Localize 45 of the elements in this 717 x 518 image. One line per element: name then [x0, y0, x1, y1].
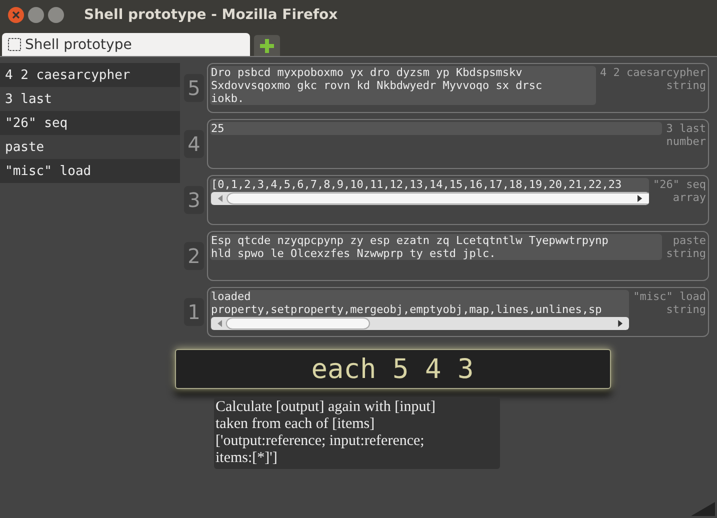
cell-type: string — [666, 79, 706, 92]
cell-number: 4 — [184, 130, 204, 158]
cell-value: iokb. — [211, 92, 246, 105]
tooltip-text: taken from each of [items] — [216, 416, 376, 433]
tooltip-text: items:[*]'] — [216, 450, 278, 467]
maximize-icon[interactable] — [48, 7, 64, 23]
stack-item[interactable]: "misc" load — [0, 159, 180, 183]
new-tab-button[interactable] — [254, 35, 280, 56]
cell-value: loaded — [211, 290, 252, 303]
cell-type: number — [666, 135, 706, 148]
horizontal-scrollbar[interactable] — [211, 192, 650, 205]
cell-source: "misc" load — [633, 290, 706, 303]
window-title: Shell prototype - Mozilla Firefox — [84, 7, 338, 23]
stack-item[interactable]: 3 last — [0, 87, 180, 111]
cell-value: [0,1,2,3,4,5,6,7,8,9,10,11,12,13,14,15,16,17,18,19,20,21,22,23 — [211, 178, 623, 191]
horizontal-scrollbar[interactable] — [211, 317, 630, 330]
cell-source: paste — [672, 234, 706, 247]
stack-item[interactable]: 4 2 caesarcypher — [0, 63, 180, 87]
cell-value: hld spwo le Olcexzfes Nzwwprp ty estd jplc. — [211, 247, 497, 260]
command-input[interactable]: each 5 4 3 — [174, 349, 610, 389]
resize-grip-icon[interactable] — [691, 502, 715, 516]
cell-type: array — [672, 191, 706, 204]
cell-value: 25 — [211, 122, 226, 135]
tooltip-text: Calculate [output] again with [input] — [216, 399, 436, 416]
stack-item[interactable]: "26" seq — [0, 111, 180, 135]
stack-item[interactable]: paste — [0, 135, 180, 159]
cell-number: 1 — [184, 298, 204, 326]
cell-number: 2 — [184, 242, 204, 270]
cell-number: 5 — [184, 74, 204, 102]
plus-icon — [259, 38, 275, 54]
cell-value: Esp qtcde nzyqpcpynp zy esp ezatn zq Lcetqtntlw Tyepwwtrpynp — [211, 234, 610, 247]
cell-value: Dro psbcd myxpoboxmo yx dro dyzsm yp Kbdspsmskv — [211, 66, 524, 79]
tooltip-text: ['output:reference; input:reference; — [216, 433, 426, 450]
cell-type: string — [666, 247, 706, 260]
cell-source: 4 2 caesarcypher — [600, 66, 706, 79]
cell-source: 3 last — [666, 122, 706, 135]
page-icon — [8, 38, 21, 51]
cell-type: string — [666, 303, 706, 316]
minimize-icon[interactable] — [28, 7, 44, 23]
cell-number: 3 — [184, 186, 204, 214]
cell-value: property,setproperty,mergeobj,emptyobj,map,lines,unlines,sp — [211, 303, 603, 316]
browser-tab[interactable]: Shell prototype — [2, 33, 250, 56]
close-icon[interactable] — [8, 7, 24, 23]
cell-value: Sxdovvsqoxmo gkc rovn kd Nkbdwyedr Myvvoqo sx drsc — [211, 79, 544, 92]
cell-source: "26" seq — [653, 178, 706, 191]
